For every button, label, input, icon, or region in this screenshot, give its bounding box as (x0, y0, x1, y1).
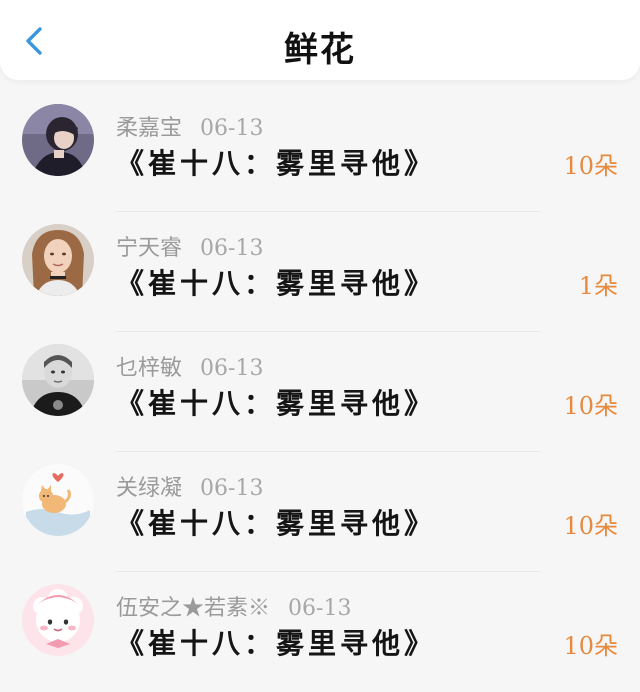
flower-count: 10朵 (563, 152, 618, 180)
list-item[interactable]: 乜梓敏 06-13 《崔十八：雾里寻他》 10朵 (0, 332, 640, 452)
book-title: 《崔十八：雾里寻他》 (116, 627, 437, 660)
sender-info: 伍安之★若素※ 06-13 (116, 590, 351, 622)
send-date: 06-13 (288, 596, 352, 621)
book-title: 《崔十八：雾里寻他》 (116, 387, 437, 420)
send-date: 06-13 (200, 356, 264, 381)
flower-count: 10朵 (563, 392, 618, 420)
list-item[interactable]: 柔嘉宝 06-13 《崔十八：雾里寻他》 10朵 (0, 92, 640, 212)
avatar[interactable] (22, 104, 94, 176)
flower-count: 10朵 (563, 632, 618, 660)
book-title: 《崔十八：雾里寻他》 (116, 507, 437, 540)
send-date: 06-13 (200, 116, 264, 141)
top-bar: 鲜花 (0, 0, 640, 80)
avatar[interactable] (22, 344, 94, 416)
send-date: 06-13 (200, 476, 264, 501)
sender-info: 宁天睿 06-13 (116, 230, 263, 262)
flower-count: 1朵 (578, 272, 618, 300)
list-item[interactable]: 宁天睿 06-13 《崔十八：雾里寻他》 1朵 (0, 212, 640, 332)
sender-info: 柔嘉宝 06-13 (116, 110, 263, 142)
avatar[interactable] (22, 584, 94, 656)
list-item[interactable]: 伍安之★若素※ 06-13 《崔十八：雾里寻他》 10朵 (0, 572, 640, 692)
sender-name: 关绿凝 (116, 476, 183, 501)
send-date: 06-13 (200, 236, 264, 261)
avatar[interactable] (22, 464, 94, 536)
book-title: 《崔十八：雾里寻他》 (116, 267, 437, 300)
list-item[interactable]: 关绿凝 06-13 《崔十八：雾里寻他》 10朵 (0, 452, 640, 572)
book-title: 《崔十八：雾里寻他》 (116, 147, 437, 180)
page-title: 鲜花 (284, 30, 356, 70)
sender-info: 乜梓敏 06-13 (116, 350, 263, 382)
avatar[interactable] (22, 224, 94, 296)
sender-name: 宁天睿 (116, 236, 183, 261)
flower-count: 10朵 (563, 512, 618, 540)
sender-info: 关绿凝 06-13 (116, 470, 263, 502)
sender-name: 乜梓敏 (116, 356, 183, 381)
flower-list: 柔嘉宝 06-13 《崔十八：雾里寻他》 10朵 宁天睿 06-13 《崔十八：雾里… (0, 92, 640, 692)
sender-name: 伍安之★若素※ (116, 596, 271, 621)
sender-name: 柔嘉宝 (116, 116, 183, 141)
